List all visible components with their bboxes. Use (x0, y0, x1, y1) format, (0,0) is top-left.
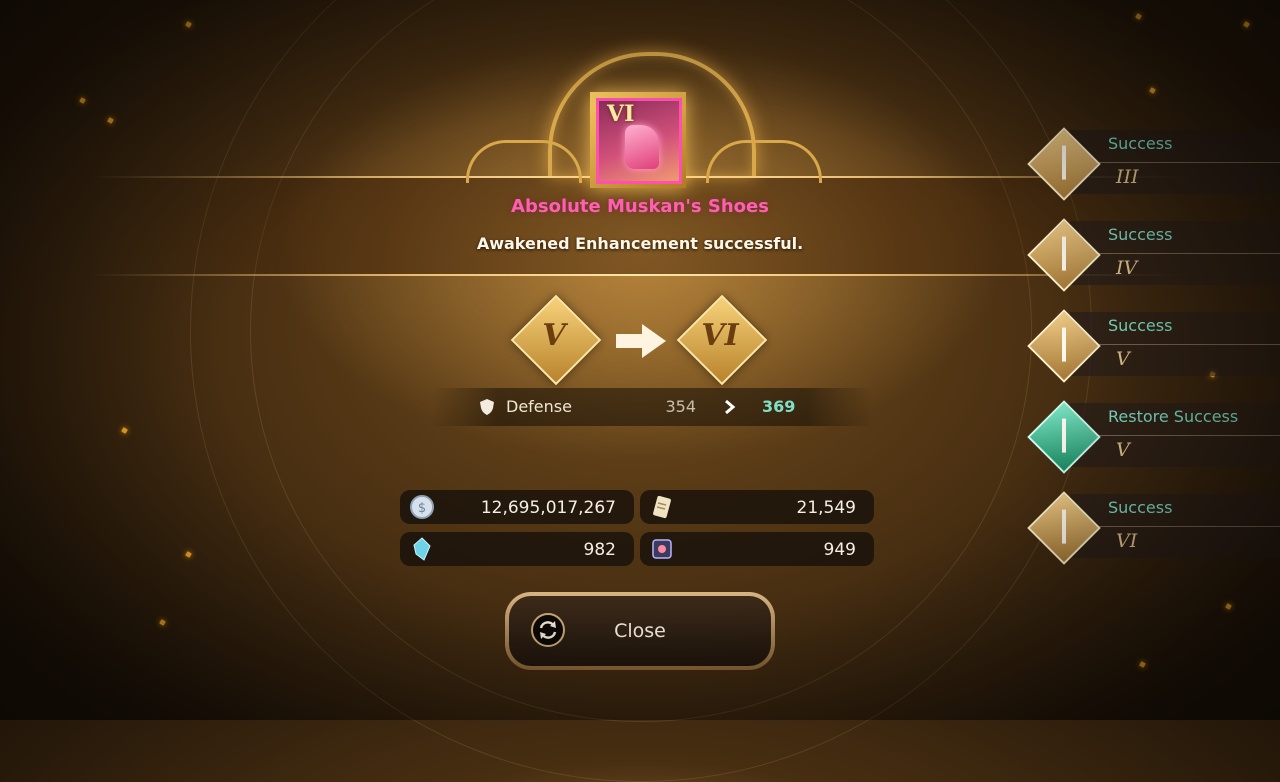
history-grade: III (1116, 166, 1139, 188)
history-entry-divider (1090, 253, 1280, 254)
history-status: Success (1108, 225, 1173, 244)
currency-value: 949 (823, 540, 856, 560)
currency-crystal: 982 (400, 532, 634, 566)
history-status: Success (1108, 134, 1173, 153)
divider-bottom (90, 274, 1190, 276)
ember (1135, 13, 1142, 20)
ember (1139, 661, 1146, 668)
history-status: Success (1108, 498, 1173, 517)
shoes-icon (625, 125, 659, 169)
ember (107, 117, 114, 124)
currency-value: 12,695,017,267 (480, 498, 616, 518)
close-button-body[interactable]: Close (509, 596, 771, 666)
item-icon-frame: VI (590, 92, 686, 188)
history-grade: V (1116, 439, 1130, 461)
ember (185, 21, 192, 28)
ember (1149, 87, 1156, 94)
ember (121, 427, 128, 434)
history-entry: Success V (1027, 309, 1280, 383)
stat-new-value: 369 (762, 397, 796, 416)
result-message: Awakened Enhancement successful. (476, 234, 804, 253)
item-grade-badge: VI (607, 101, 635, 127)
arrow-right-icon (616, 324, 666, 358)
history-entry: Success III (1027, 127, 1280, 201)
close-button-label: Close (614, 620, 666, 642)
stat-row: Defense 354 369 (432, 388, 872, 426)
crystal-icon (413, 537, 431, 561)
history-entry: Success VI (1027, 491, 1280, 565)
grade-from: V (542, 318, 566, 353)
history-entry-divider (1090, 344, 1280, 345)
title-band (120, 178, 1160, 274)
item-icon: VI (596, 98, 682, 184)
ember (79, 97, 86, 104)
item-name: Absolute Muskan's Shoes (511, 196, 769, 217)
currency-value: 982 (583, 540, 616, 560)
history-grade: IV (1116, 257, 1138, 279)
ornament-right (706, 140, 822, 183)
history-status: Success (1108, 316, 1173, 335)
stat-old-value: 354 (665, 397, 696, 416)
ember (159, 619, 166, 626)
stat-label: Defense (506, 397, 572, 416)
stone-icon (652, 539, 672, 559)
scroll-icon (653, 495, 671, 519)
silver-coin-icon: $ (410, 495, 434, 519)
history-grade: V (1116, 348, 1130, 370)
ornament-left (466, 140, 582, 183)
ember (1243, 21, 1250, 28)
chevron-right-icon (725, 399, 736, 415)
history-entry-divider (1090, 435, 1280, 436)
shield-icon (480, 399, 494, 415)
currency-stone: 949 (640, 532, 874, 566)
history-entry-divider (1090, 526, 1280, 527)
currency-scroll: 21,549 (640, 490, 874, 524)
currency-silver: $ 12,695,017,267 (400, 490, 634, 524)
currency-value: 21,549 (796, 498, 856, 518)
close-button[interactable]: Close (505, 592, 775, 670)
history-grade: VI (1116, 530, 1138, 552)
ember (1225, 603, 1232, 610)
history-entry: Restore Success V (1027, 400, 1280, 474)
history-entry-divider (1090, 162, 1280, 163)
history-entry: Success IV (1027, 218, 1280, 292)
ember (185, 551, 192, 558)
grade-to: VI (701, 318, 739, 353)
svg-text:$: $ (418, 501, 426, 516)
history-status: Restore Success (1108, 407, 1239, 426)
